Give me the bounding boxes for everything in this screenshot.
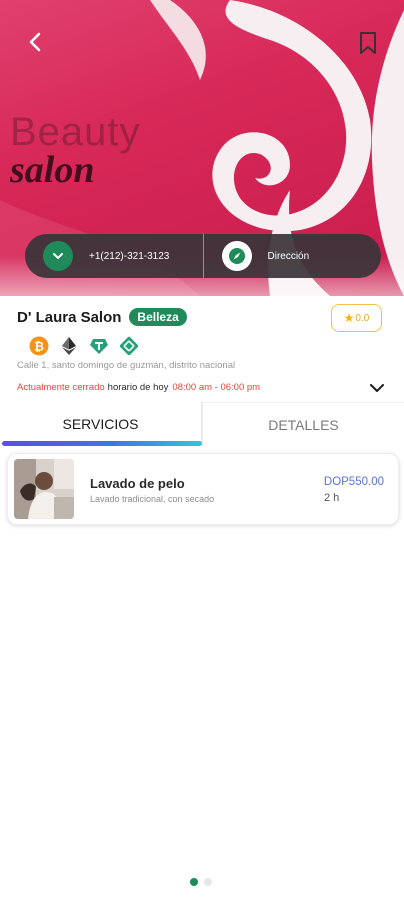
phone-number: +1(212)-321-3123	[89, 250, 170, 262]
active-tab-indicator	[2, 441, 202, 446]
service-price: DOP550.00	[323, 476, 384, 488]
compass-icon	[228, 248, 245, 264]
tab-bar: SERVICIOS DETALLES	[0, 402, 404, 446]
page-dot-active[interactable]	[190, 878, 198, 886]
page-dot[interactable]	[204, 878, 212, 886]
service-description: Lavado tradicional, con secado	[90, 494, 215, 504]
phone-circle	[43, 241, 73, 271]
tab-detalles[interactable]: DETALLES	[202, 402, 404, 446]
tab-label: DETALLES	[268, 416, 339, 433]
expand-hours-button[interactable]	[367, 378, 387, 398]
service-duration: 2 h	[324, 492, 340, 504]
business-address: Calle 1, santo domingo de guzmán, distri…	[17, 360, 236, 371]
bnb-icon	[118, 335, 139, 356]
call-button[interactable]: +1(212)-321-3123	[25, 234, 203, 278]
svg-text:₿: ₿	[34, 339, 44, 353]
rating-value: 0.0	[355, 312, 370, 324]
star-icon: ★	[343, 311, 355, 325]
brand-line-2: salon	[10, 149, 95, 191]
payment-methods: ₿	[28, 335, 139, 356]
chevron-left-icon	[29, 32, 41, 52]
directions-button[interactable]: Dirección	[202, 234, 382, 278]
tab-label: SERVICIOS	[62, 416, 139, 432]
category-badge: Belleza	[129, 308, 187, 326]
compass-circle	[221, 241, 252, 271]
tether-icon	[88, 335, 109, 356]
service-card[interactable]: Lavado de pelo Lavado tradicional, con s…	[7, 453, 399, 525]
rating-button[interactable]: ★ 0.0	[331, 304, 382, 332]
hours-range: 08:00 am - 06:00 pm	[172, 382, 261, 393]
bookmark-button[interactable]	[352, 26, 384, 60]
contact-bar: +1(212)-321-3123 Dirección	[25, 234, 381, 278]
chevron-down-icon	[370, 384, 384, 392]
business-name: D' Laura Salon	[17, 308, 122, 326]
ethereum-icon	[58, 335, 79, 356]
directions-label: Dirección	[267, 250, 310, 262]
service-photo	[14, 459, 74, 519]
hours-row: Actualmente cerrado horario de hoy 08:00…	[17, 382, 387, 393]
chevron-down-icon	[53, 253, 63, 259]
cover-image: Beauty salon +1(212)-321-3123 Dirección	[0, 0, 404, 296]
page-indicator	[190, 878, 212, 886]
back-button[interactable]	[18, 24, 54, 60]
hours-label: horario de hoy	[107, 382, 169, 393]
open-status: Actualmente cerrado	[17, 382, 105, 393]
tab-servicios[interactable]: SERVICIOS	[0, 402, 202, 446]
bookmark-icon	[360, 32, 376, 54]
service-title: Lavado de pelo	[90, 476, 185, 491]
name-row: D' Laura Salon Belleza	[17, 308, 187, 326]
bitcoin-icon: ₿	[28, 335, 49, 356]
